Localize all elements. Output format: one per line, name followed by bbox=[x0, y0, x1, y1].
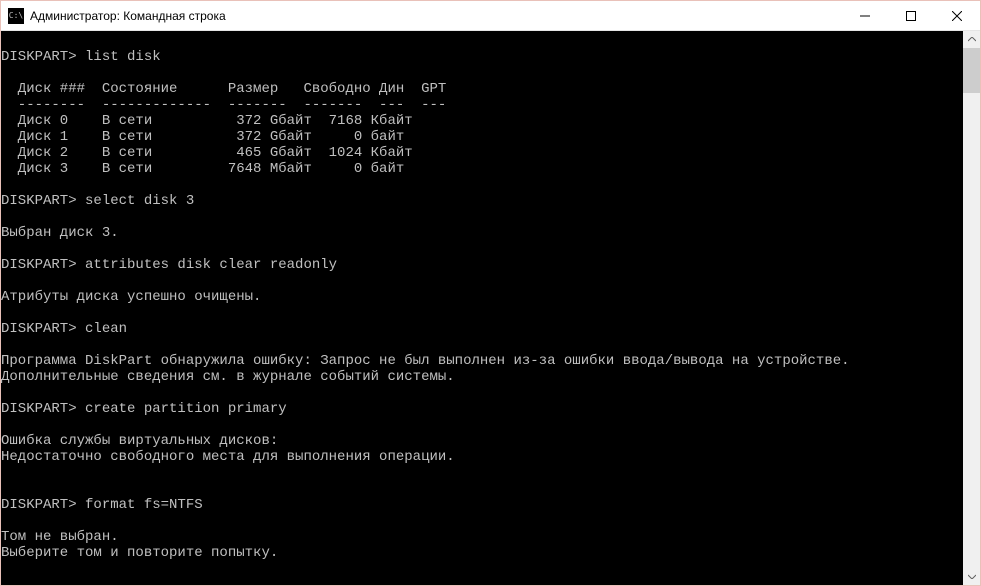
close-icon bbox=[952, 11, 962, 21]
terminal-container: DISKPART> list disk Диск ### Состояние Р… bbox=[1, 31, 980, 585]
maximize-button[interactable] bbox=[888, 1, 934, 30]
minimize-button[interactable] bbox=[842, 1, 888, 30]
chevron-down-icon bbox=[968, 574, 976, 579]
window-titlebar[interactable]: C:\ Администратор: Командная строка bbox=[1, 1, 980, 31]
maximize-icon bbox=[906, 11, 916, 21]
cmd-icon: C:\ bbox=[8, 8, 24, 24]
scroll-up-button[interactable] bbox=[963, 31, 980, 48]
close-button[interactable] bbox=[934, 1, 980, 30]
scroll-thumb[interactable] bbox=[963, 48, 980, 93]
window-title: Администратор: Командная строка bbox=[30, 9, 842, 23]
vertical-scrollbar[interactable] bbox=[963, 31, 980, 585]
scroll-down-button[interactable] bbox=[963, 568, 980, 585]
window-controls bbox=[842, 1, 980, 30]
terminal-output[interactable]: DISKPART> list disk Диск ### Состояние Р… bbox=[1, 31, 963, 585]
chevron-up-icon bbox=[968, 37, 976, 42]
minimize-icon bbox=[860, 11, 870, 21]
